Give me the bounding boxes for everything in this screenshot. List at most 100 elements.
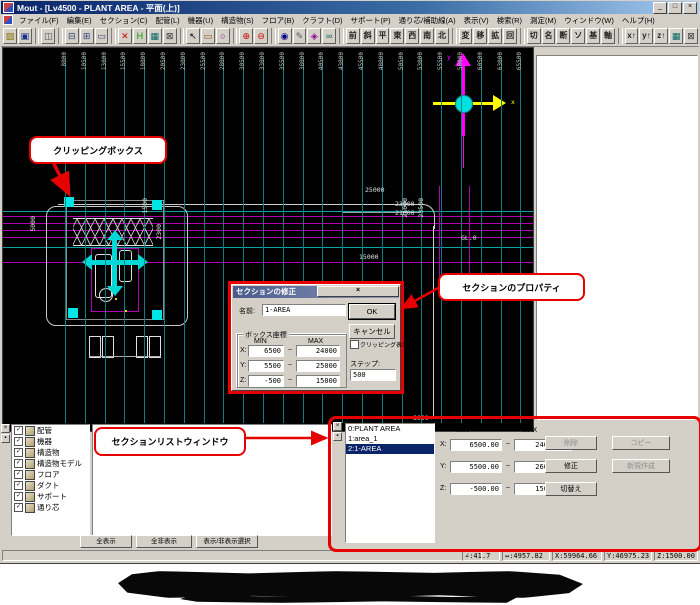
clipping-checkbox[interactable] — [350, 340, 359, 349]
section-list[interactable]: 0:PLANT AREA1:area_12:1-AREA — [345, 423, 435, 543]
tile-v-icon[interactable]: ⊞ — [80, 28, 94, 44]
section-list-item-1[interactable]: 1:area_1 — [346, 434, 434, 444]
diamond-icon[interactable]: ◈ — [307, 28, 321, 44]
dock-pin-icon[interactable]: ▪ — [1, 434, 10, 443]
close-win-icon[interactable]: ⊠ — [684, 28, 698, 44]
section-button-3[interactable]: ソ — [571, 28, 585, 44]
menu-item-1[interactable]: 編集(E) — [63, 15, 96, 26]
axis-button-2[interactable]: z↑ — [654, 28, 668, 44]
circle-icon[interactable]: ○ — [216, 28, 230, 44]
section-list-item-0[interactable]: 0:PLANT AREA — [346, 424, 434, 434]
layer-button-1[interactable]: 全非表示 — [136, 535, 192, 548]
axis-button-0[interactable]: x↑ — [625, 28, 639, 44]
step-field[interactable]: 500 — [350, 369, 396, 381]
section-button-2[interactable]: 断 — [556, 28, 570, 44]
delete-x-icon[interactable]: ✕ — [118, 28, 132, 44]
edit-button-1[interactable]: 移 — [473, 28, 487, 44]
ok-button[interactable]: OK — [349, 304, 395, 319]
section-min-field[interactable]: 6500.00 — [450, 439, 502, 451]
grid-h-icon[interactable]: H — [133, 28, 147, 44]
paste-icon[interactable]: ◫ — [41, 28, 55, 44]
minimize-button[interactable]: _ — [653, 2, 667, 14]
section-button-1[interactable]: コピー — [612, 436, 670, 450]
table-icon[interactable]: ▦ — [669, 28, 683, 44]
view-button-3[interactable]: 東 — [390, 28, 404, 44]
link-icon[interactable]: ∞ — [322, 28, 336, 44]
view-button-2[interactable]: 平 — [376, 28, 390, 44]
dialog-max-field[interactable]: 24000 — [296, 345, 340, 357]
menu-item-10[interactable]: 表示(V) — [460, 15, 493, 26]
clipping-box-handle[interactable] — [68, 308, 78, 318]
layer-checkbox[interactable]: ✓ — [14, 503, 23, 512]
layer-checkbox[interactable]: ✓ — [14, 470, 23, 479]
clipping-box-handle[interactable] — [152, 200, 162, 210]
save-icon[interactable]: ▣ — [18, 28, 32, 44]
menu-item-11[interactable]: 検索(R) — [493, 15, 526, 26]
dock-close-icon[interactable]: × — [1, 424, 10, 433]
dialog-max-field[interactable]: 15000 — [296, 375, 340, 387]
move-gizmo-horizontal[interactable] — [92, 260, 138, 265]
menu-item-6[interactable]: フロア(B) — [258, 15, 299, 26]
section-button-2[interactable]: 修正 — [545, 459, 597, 473]
layer-checkbox[interactable]: ✓ — [14, 492, 23, 501]
dialog-min-field[interactable]: 5500 — [248, 360, 284, 372]
layer-button-2[interactable]: 表示/非表示選択 — [196, 535, 258, 548]
dialog-close-icon[interactable]: × — [317, 286, 399, 297]
dialog-min-field[interactable]: -500 — [248, 375, 284, 387]
section-button-0[interactable]: 切 — [527, 28, 541, 44]
eye-icon[interactable]: ◉ — [278, 28, 292, 44]
menu-item-14[interactable]: ヘルプ(H) — [618, 15, 659, 26]
section-list-item-2[interactable]: 2:1-AREA — [346, 444, 434, 454]
menu-item-3[interactable]: 配管(L) — [152, 15, 184, 26]
edit-button-2[interactable]: 拡 — [488, 28, 502, 44]
layer-checkbox[interactable]: ✓ — [14, 459, 23, 468]
zoom-in-icon[interactable]: ⊕ — [239, 28, 253, 44]
layer-button-0[interactable]: 全表示 — [80, 535, 132, 548]
name-field[interactable]: 1-AREA — [262, 304, 346, 316]
menu-item-2[interactable]: セクション(C) — [96, 15, 152, 26]
menu-item-0[interactable]: ファイル(F) — [15, 15, 63, 26]
clipping-box-handle[interactable] — [152, 310, 162, 320]
menu-item-4[interactable]: 機器(U) — [184, 15, 217, 26]
menu-item-12[interactable]: 測定(M) — [526, 15, 560, 26]
menu-item-7[interactable]: クラフト(D) — [298, 15, 346, 26]
layer-checkbox[interactable]: ✓ — [14, 437, 23, 446]
cursor-icon[interactable]: ↖ — [186, 28, 200, 44]
dialog-max-field[interactable]: 25000 — [296, 360, 340, 372]
view-button-6[interactable]: 北 — [435, 28, 449, 44]
section-min-field[interactable]: -500.00 — [450, 483, 502, 495]
edit-button-0[interactable]: 変 — [459, 28, 473, 44]
pen-icon[interactable]: ✎ — [293, 28, 307, 44]
edit-button-3[interactable]: 回 — [503, 28, 517, 44]
menu-item-8[interactable]: サポート(P) — [347, 15, 395, 26]
section-button-4[interactable]: 切替え — [545, 482, 597, 496]
layer-checkbox[interactable]: ✓ — [14, 481, 23, 490]
open-folder-icon[interactable]: ▨ — [3, 28, 17, 44]
menu-item-13[interactable]: ウィンドウ(W) — [560, 15, 618, 26]
section-button-5[interactable]: 軸 — [601, 28, 615, 44]
view-button-5[interactable]: 南 — [420, 28, 434, 44]
view-button-0[interactable]: 前 — [346, 28, 360, 44]
close-button[interactable]: × — [683, 2, 697, 14]
table-icon[interactable]: ▦ — [148, 28, 162, 44]
view-button-1[interactable]: 斜 — [361, 28, 375, 44]
section-min-field[interactable]: 5500.00 — [450, 461, 502, 473]
section-button-0[interactable]: 削除 — [545, 436, 597, 450]
zoom-out-icon[interactable]: ⊖ — [254, 28, 268, 44]
dialog-title-bar[interactable]: セクションの修正 × — [233, 286, 399, 298]
dialog-min-field[interactable]: 6500 — [248, 345, 284, 357]
axis-button-1[interactable]: y↑ — [639, 28, 653, 44]
cancel-button[interactable]: キャンセル — [349, 324, 395, 339]
section-button-3[interactable]: 新規作成 — [612, 459, 670, 473]
section-button-1[interactable]: 名 — [542, 28, 556, 44]
layer-checkbox[interactable]: ✓ — [14, 426, 23, 435]
tile-h-icon[interactable]: ⊟ — [65, 28, 79, 44]
menu-item-5[interactable]: 構造物(S) — [217, 15, 258, 26]
layer-checkbox[interactable]: ✓ — [14, 448, 23, 457]
close-win-icon[interactable]: ⊠ — [163, 28, 177, 44]
menu-item-9[interactable]: 通り芯/補助線(A) — [395, 15, 460, 26]
cascade-icon[interactable]: ▭ — [95, 28, 109, 44]
section-button-4[interactable]: 基 — [586, 28, 600, 44]
rect-icon[interactable]: ▭ — [201, 28, 215, 44]
maximize-button[interactable]: □ — [668, 2, 682, 14]
